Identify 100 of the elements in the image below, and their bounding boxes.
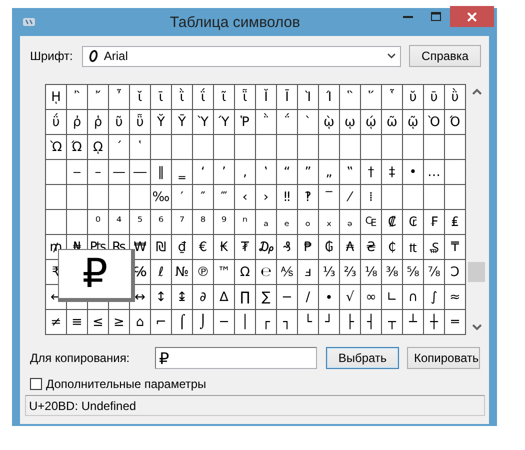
character-cell[interactable]: ῞ [361, 85, 382, 110]
character-cell[interactable]: ↨ [172, 285, 193, 310]
character-cell[interactable]: ℗ [193, 260, 214, 285]
character-cell[interactable]: ⁿ [235, 210, 256, 235]
character-cell[interactable]: ⌂ [130, 310, 151, 335]
character-cell[interactable]: ₱ [298, 235, 319, 260]
character-cell[interactable]: ⅓ [319, 260, 340, 285]
character-cell[interactable]: ≡ [67, 310, 88, 335]
character-cell[interactable]: ῾ [130, 135, 151, 160]
character-cell[interactable]: ™ [214, 260, 235, 285]
character-cell[interactable]: ῤ [67, 110, 88, 135]
character-cell[interactable]: ⅜ [382, 260, 403, 285]
character-cell[interactable]: ‡ [382, 160, 403, 185]
character-cell[interactable]: ≥ [109, 310, 130, 335]
character-cell[interactable]: ₶ [403, 235, 424, 260]
character-cell[interactable]: ₵ [382, 235, 403, 260]
advanced-checkbox[interactable] [30, 378, 42, 390]
character-cell[interactable]: Ῑ [277, 85, 298, 110]
character-cell[interactable]: ῗ [235, 85, 256, 110]
character-cell[interactable]: ┬ [382, 310, 403, 335]
character-cell[interactable]: ′ [172, 185, 193, 210]
character-cell[interactable]: ‰ [151, 185, 172, 210]
character-cell[interactable]: „ [319, 160, 340, 185]
character-cell[interactable]: ₮ [235, 235, 256, 260]
character-cell[interactable]: ΅ [277, 110, 298, 135]
character-cell[interactable]: ─ [214, 310, 235, 335]
character-cell[interactable]: ‾ [319, 185, 340, 210]
character-cell[interactable]: Ύ [214, 110, 235, 135]
character-cell[interactable]: № [172, 260, 193, 285]
character-cell[interactable]: ⁞ [361, 185, 382, 210]
character-cell[interactable]: ∙ [319, 285, 340, 310]
character-cell[interactable]: ῧ [130, 110, 151, 135]
character-cell[interactable]: ┐ [277, 310, 298, 335]
character-cell[interactable]: Ὶ [298, 85, 319, 110]
character-cell[interactable]: › [256, 185, 277, 210]
character-cell[interactable]: ῶ [382, 110, 403, 135]
character-cell[interactable]: ↕ [151, 285, 172, 310]
scrollbar-thumb[interactable] [468, 262, 485, 282]
character-cell[interactable]: ℮ [256, 260, 277, 285]
character-cell[interactable]: ⁵ [130, 210, 151, 235]
character-cell[interactable]: ‹ [235, 185, 256, 210]
character-cell[interactable]: ῴ [361, 110, 382, 135]
copy-field[interactable]: ₽ [155, 347, 317, 369]
character-cell[interactable]: ῝ [340, 85, 361, 110]
character-cell[interactable]: ″ [193, 185, 214, 210]
character-cell[interactable]: √ [340, 285, 361, 310]
character-cell[interactable]: ₐ [256, 210, 277, 235]
character-cell[interactable]: ₸ [445, 235, 466, 260]
character-cell[interactable]: ⁹ [214, 210, 235, 235]
character-cell[interactable]: ⁷ [172, 210, 193, 235]
character-cell[interactable]: ⅎ [298, 260, 319, 285]
character-cell[interactable]: ┤ [361, 310, 382, 335]
character-cell[interactable]: │ [235, 310, 256, 335]
character-cell[interactable]: ⌐ [151, 310, 172, 335]
character-cell[interactable]: ├ [340, 310, 361, 335]
character-cell[interactable]: ῭ [256, 110, 277, 135]
character-cell[interactable]: ₡ [382, 210, 403, 235]
character-cell[interactable]: ₓ [319, 210, 340, 235]
character-cell[interactable]: Ῥ [235, 110, 256, 135]
character-cell[interactable]: ₰ [277, 235, 298, 260]
character-cell[interactable]: ⅞ [424, 260, 445, 285]
character-cell[interactable]: ῢ [445, 85, 466, 110]
character-cell[interactable]: ∑ [256, 285, 277, 310]
character-cell[interactable]: Ῡ [172, 110, 193, 135]
character-cell[interactable]: ‴ [214, 185, 235, 210]
character-cell[interactable]: ῏ [109, 85, 130, 110]
character-cell[interactable]: ῌ [46, 85, 67, 110]
character-cell[interactable]: ℓ [151, 260, 172, 285]
character-cell[interactable]: ” [298, 160, 319, 185]
character-cell[interactable]: ₪ [151, 235, 172, 260]
character-cell[interactable]: ⁰ [88, 210, 109, 235]
character-cell[interactable]: Ό [445, 110, 466, 135]
character-cell[interactable]: ₷ [424, 235, 445, 260]
copy-button[interactable]: Копировать [407, 347, 480, 369]
close-button[interactable] [450, 6, 494, 27]
character-cell[interactable]: ῡ [424, 85, 445, 110]
character-cell[interactable]: Ώ [67, 135, 88, 160]
character-cell[interactable]: ‒ [67, 160, 88, 185]
character-cell[interactable]: ┘ [319, 310, 340, 335]
character-cell[interactable]: • [403, 160, 424, 185]
scroll-down-icon[interactable] [472, 323, 482, 331]
character-cell[interactable]: ⅍ [277, 260, 298, 285]
character-cell[interactable]: ´ [109, 135, 130, 160]
character-cell[interactable]: ‟ [340, 160, 361, 185]
font-dropdown[interactable]: Arial [82, 46, 402, 66]
character-cell[interactable]: † [361, 160, 382, 185]
character-cell[interactable]: ‼ [277, 185, 298, 210]
character-cell[interactable]: ΐ [193, 85, 214, 110]
character-cell[interactable]: ῖ [214, 85, 235, 110]
character-cell[interactable]: ┴ [403, 310, 424, 335]
character-cell[interactable]: ₳ [340, 235, 361, 260]
character-cell[interactable]: ⌠ [172, 310, 193, 335]
character-cell[interactable]: ‛ [256, 160, 277, 185]
character-cell[interactable]: ┌ [256, 310, 277, 335]
character-cell[interactable]: … [424, 160, 445, 185]
character-cell[interactable]: ∏ [235, 285, 256, 310]
character-cell[interactable]: – [88, 160, 109, 185]
character-cell[interactable]: ₔ [340, 210, 361, 235]
character-cell[interactable]: ∆ [214, 285, 235, 310]
character-cell[interactable]: ⌡ [193, 310, 214, 335]
